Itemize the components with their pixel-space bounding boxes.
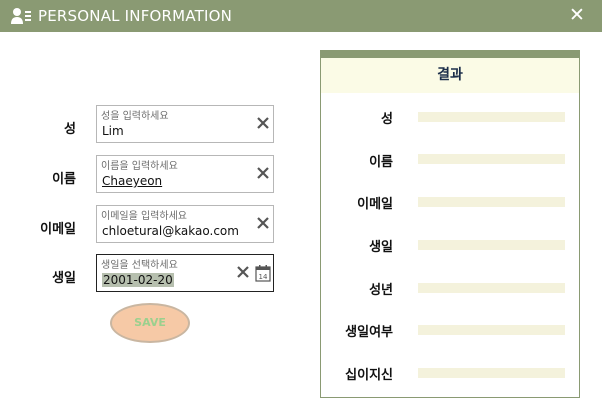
- result-value-first-name: [418, 154, 565, 164]
- email-label: 이메일: [40, 222, 76, 237]
- birthday-label: 생일: [52, 271, 76, 286]
- calendar-day-text: 14: [259, 273, 268, 281]
- last-name-field[interactable]: 성을 입력하세요 Lim: [96, 105, 274, 143]
- email-value[interactable]: chloetural@kakao.com: [102, 224, 239, 238]
- x-clear-icon[interactable]: [235, 264, 251, 280]
- last-name-value[interactable]: Lim: [102, 124, 124, 138]
- result-label-birthday-check: 생일여부: [345, 325, 393, 340]
- user-card-icon: [11, 8, 31, 24]
- first-name-placeholder: 이름을 입력하세요: [101, 161, 178, 172]
- birthday-field[interactable]: 생일을 선택하세요 2001-02-20 14: [96, 254, 274, 292]
- birthday-placeholder: 생일을 선택하세요: [101, 260, 178, 271]
- first-name-field[interactable]: 이름을 입력하세요 Chaeyeon: [96, 155, 274, 193]
- first-name-label: 이름: [52, 172, 76, 187]
- result-title: 결과: [321, 58, 579, 93]
- result-label-last-name: 성: [381, 112, 393, 127]
- x-clear-icon[interactable]: [255, 115, 271, 131]
- result-value-last-name: [418, 112, 565, 122]
- calendar-icon[interactable]: 14: [255, 264, 271, 282]
- result-value-birthday: [418, 240, 565, 250]
- email-placeholder: 이메일을 입력하세요: [101, 211, 187, 222]
- save-button[interactable]: SAVE: [110, 303, 190, 343]
- last-name-label: 성: [64, 122, 76, 137]
- result-value-zodiac: [418, 368, 565, 378]
- result-label-email: 이메일: [357, 197, 393, 212]
- x-clear-icon[interactable]: [255, 215, 271, 231]
- result-value-adult: [418, 283, 565, 293]
- window-title: PERSONAL INFORMATION: [38, 7, 233, 25]
- x-clear-icon[interactable]: [255, 165, 271, 181]
- first-name-value[interactable]: Chaeyeon: [102, 174, 162, 188]
- title-bar: PERSONAL INFORMATION ✕: [0, 0, 602, 32]
- result-value-birthday-check: [418, 325, 565, 335]
- result-label-birthday: 생일: [369, 240, 393, 255]
- last-name-placeholder: 성을 입력하세요: [101, 111, 169, 122]
- result-label-adult: 성년: [369, 283, 393, 298]
- close-button[interactable]: ✕: [566, 2, 588, 28]
- result-label-zodiac: 십이지신: [345, 368, 393, 383]
- result-value-email: [418, 197, 565, 207]
- result-panel-bar: [321, 51, 579, 58]
- birthday-value[interactable]: 2001-02-20: [102, 273, 174, 287]
- result-panel: 결과 성 이름 이메일 생일 성년 생일여부 십이지신: [320, 50, 580, 398]
- close-icon: ✕: [569, 4, 585, 26]
- result-label-first-name: 이름: [369, 155, 393, 170]
- email-field[interactable]: 이메일을 입력하세요 chloetural@kakao.com: [96, 205, 274, 243]
